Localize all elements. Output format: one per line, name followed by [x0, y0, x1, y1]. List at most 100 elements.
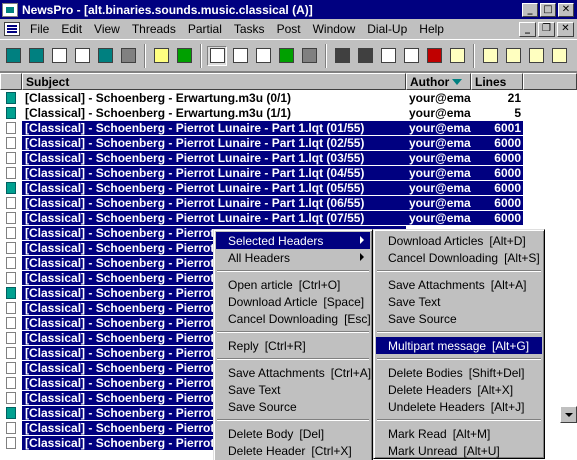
context-menu-item-delete-header[interactable]: Delete Header [Ctrl+X] [216, 442, 370, 459]
menu-separator [377, 358, 541, 360]
submenu-item-save-source[interactable]: Save Source [376, 310, 542, 327]
menu-view[interactable]: View [88, 22, 126, 36]
table-row[interactable]: [Classical] - Schoenberg - Pierrot Lunai… [0, 195, 577, 210]
scroll-down-button[interactable] [560, 406, 577, 423]
scroll-down-arrow-icon [564, 412, 573, 417]
menu-help[interactable]: Help [413, 22, 450, 36]
subject-cell: [Classical] - Schoenberg - Pierrot Lunai… [22, 210, 406, 225]
context-menu-item-delete-body[interactable]: Delete Body [Del] [216, 425, 370, 442]
filter-add-button[interactable] [253, 46, 273, 66]
filter-button[interactable] [230, 46, 250, 66]
context-menu-item-open-article[interactable]: Open article [Ctrl+O] [216, 276, 370, 293]
column-header-status[interactable] [0, 73, 22, 90]
doc-close-button[interactable]: ✕ [557, 21, 574, 37]
document-icon[interactable] [4, 22, 20, 36]
submenu-item-save-text[interactable]: Save Text [376, 293, 542, 310]
submenu-item-mark-unread[interactable]: Mark Unread [Alt+U] [376, 442, 542, 459]
menu-window[interactable]: Window [307, 22, 362, 36]
menu-threads[interactable]: Threads [126, 22, 182, 36]
menu-item-shortcut: [Ctrl+X] [311, 443, 352, 458]
book-button[interactable] [95, 46, 115, 66]
submenu-item-multipart-message[interactable]: Multipart message [Alt+G] [376, 337, 542, 354]
row-status-cell [0, 225, 22, 240]
table-row[interactable]: [Classical] - Schoenberg - Pierrot Lunai… [0, 210, 577, 225]
menu-post[interactable]: Post [271, 22, 307, 36]
script-button[interactable] [447, 46, 467, 66]
context-menu-item-reply[interactable]: Reply [Ctrl+R] [216, 337, 370, 354]
close-button[interactable]: ✕ [558, 2, 574, 17]
mail-button[interactable] [480, 46, 500, 66]
filter-icon [232, 48, 248, 63]
run-button[interactable] [276, 46, 296, 66]
table-row[interactable]: [Classical] - Schoenberg - Pierrot Lunai… [0, 165, 577, 180]
submenu-item-download-articles[interactable]: Download Articles [Alt+D] [376, 232, 542, 249]
menu-separator [217, 419, 369, 421]
menu-edit[interactable]: Edit [55, 22, 88, 36]
context-menu-item-selected-headers[interactable]: Selected Headers [216, 232, 370, 249]
submenu-item-save-attachments[interactable]: Save Attachments [Alt+A] [376, 276, 542, 293]
sort-button[interactable] [207, 45, 227, 66]
column-header-subject[interactable]: Subject [22, 73, 406, 90]
connect-all-icon [28, 48, 44, 63]
context-menu-item-save-text[interactable]: Save Text [216, 381, 370, 398]
title-bar[interactable]: NewsPro - [alt.binaries.sounds.music.cla… [0, 0, 577, 19]
context-menu-item-save-source[interactable]: Save Source [216, 398, 370, 415]
post-button[interactable] [503, 46, 523, 66]
menu-bar: File Edit View Threads Partial Tasks Pos… [0, 19, 577, 39]
column-header-lines[interactable]: Lines [471, 73, 523, 90]
stats-button[interactable] [424, 46, 444, 66]
article-header-icon [6, 376, 16, 389]
table-row[interactable]: [Classical] - Schoenberg - Erwartung.m3u… [0, 90, 577, 105]
table-row[interactable]: [Classical] - Schoenberg - Erwartung.m3u… [0, 105, 577, 120]
column-header-author[interactable]: Author [406, 73, 471, 90]
table-row[interactable]: [Classical] - Schoenberg - Pierrot Lunai… [0, 150, 577, 165]
context-menu-item-save-attachments[interactable]: Save Attachments [Ctrl+A] [216, 364, 371, 381]
submenu-item-cancel-downloading[interactable]: Cancel Downloading [Alt+S] [376, 249, 542, 266]
folder-button[interactable] [151, 46, 171, 66]
newspro-app-icon[interactable] [2, 2, 18, 17]
submenu-item-undelete-headers[interactable]: Undelete Headers [Alt+J] [376, 398, 542, 415]
vertical-scrollbar[interactable] [560, 405, 577, 443]
submenu-item-mark-read[interactable]: Mark Read [Alt+M] [376, 425, 542, 442]
reply-button[interactable] [526, 46, 546, 66]
submenu-item-delete-bodies[interactable]: Delete Bodies [Shift+Del] [376, 364, 542, 381]
forward-button[interactable] [549, 46, 569, 66]
maximize-button[interactable]: □ [540, 2, 556, 17]
menu-file[interactable]: File [24, 22, 55, 36]
doc-restore-button[interactable]: ❐ [538, 21, 555, 37]
row-status-cell [0, 300, 22, 315]
context-menu-item-all-headers[interactable]: All Headers [216, 249, 370, 266]
context-menu-item-download-article[interactable]: Download Article [Space] [216, 293, 370, 310]
author-cell: your@ema [406, 165, 471, 180]
stop-button[interactable] [299, 46, 319, 66]
subject-cell: [Classical] - Schoenberg - Pierrot Lunai… [22, 180, 406, 195]
doc-minimize-button[interactable]: _ [519, 21, 536, 37]
new-window-button[interactable] [49, 46, 69, 66]
menu-tasks[interactable]: Tasks [228, 22, 271, 36]
author-cell: your@ema [406, 210, 471, 225]
submenu-item-delete-headers[interactable]: Delete Headers [Alt+X] [376, 381, 542, 398]
table-row[interactable]: [Classical] - Schoenberg - Pierrot Lunai… [0, 135, 577, 150]
view-attachment-button[interactable] [401, 46, 421, 66]
new-window-icon [51, 48, 67, 63]
menu-item-shortcut: [Shift+Del] [468, 365, 525, 380]
binoculars-next-button[interactable] [355, 46, 375, 66]
menu-partial[interactable]: Partial [182, 22, 228, 36]
context-menu-item-cancel-downloading[interactable]: Cancel Downloading [Esc] [216, 310, 371, 327]
menu-item-label: Cancel Downloading [388, 250, 499, 265]
table-row[interactable]: [Classical] - Schoenberg - Pierrot Lunai… [0, 120, 577, 135]
connect-all-button[interactable] [26, 46, 46, 66]
subject-cell: [Classical] - Schoenberg - Pierrot Lunai… [22, 135, 406, 150]
decode-button[interactable] [378, 46, 398, 66]
table-row[interactable]: [Classical] - Schoenberg - Pierrot Lunai… [0, 180, 577, 195]
article-downloaded-icon [6, 91, 16, 104]
row-status-cell [0, 135, 22, 150]
folder-close-button[interactable] [174, 46, 194, 66]
menu-dial-up[interactable]: Dial-Up [361, 22, 413, 36]
row-status-cell [0, 330, 22, 345]
minimize-button[interactable]: _ [522, 2, 538, 17]
group-list-button[interactable] [72, 46, 92, 66]
binoculars-button[interactable] [332, 46, 352, 66]
connect-button[interactable] [3, 46, 23, 66]
search-button[interactable] [118, 46, 138, 66]
